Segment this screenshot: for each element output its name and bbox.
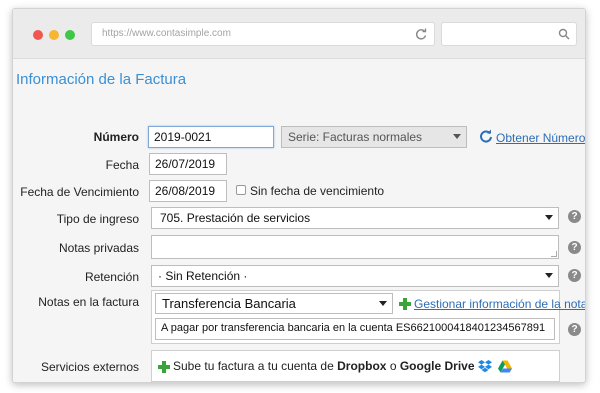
tipo-ingreso-label: Tipo de ingreso — [56, 212, 139, 226]
numero-label: Número — [93, 130, 139, 144]
browser-toolbar: https://www.contasimple.com — [13, 9, 585, 59]
tipo-ingreso-select[interactable]: 705. Prestación de servicios — [151, 207, 559, 229]
vencimiento-label: Fecha de Vencimiento — [20, 185, 139, 199]
help-icon[interactable]: ? — [568, 269, 581, 282]
browser-search-bar[interactable] — [441, 22, 577, 46]
retencion-label: Retención — [84, 270, 139, 284]
nota-tipo-value: Transferencia Bancaria — [162, 296, 296, 311]
help-icon[interactable]: ? — [568, 210, 581, 223]
chevron-down-icon — [545, 273, 553, 278]
sin-vencimiento-checkbox[interactable] — [236, 185, 246, 195]
add-icon[interactable] — [158, 361, 170, 373]
nota-tipo-select[interactable]: Transferencia Bancaria — [155, 293, 393, 314]
google-drive-icon[interactable] — [498, 360, 512, 373]
numero-input[interactable]: 2019-0021 — [148, 126, 274, 148]
add-icon[interactable] — [399, 298, 411, 310]
chevron-down-icon — [453, 134, 461, 139]
close-window-button[interactable] — [33, 30, 43, 40]
address-bar[interactable]: https://www.contasimple.com — [91, 22, 435, 46]
gestionar-nota-link[interactable]: Gestionar información de la nota — [414, 297, 585, 311]
servicios-externos-box: Sube tu factura a tu cuenta de Dropbox o… — [151, 350, 560, 382]
google-drive-link[interactable]: Google Drive — [400, 359, 475, 373]
servicios-text: Sube tu factura a tu cuenta de Dropbox o… — [173, 359, 475, 373]
address-text: https://www.contasimple.com — [102, 28, 231, 39]
resize-handle-icon[interactable] — [551, 251, 557, 257]
page-content: Información de la Factura Número 2019-00… — [13, 59, 585, 382]
retencion-select[interactable]: · Sin Retención · — [151, 265, 559, 287]
chevron-down-icon — [379, 301, 387, 306]
fecha-label: Fecha — [105, 158, 139, 172]
reload-icon[interactable] — [414, 27, 428, 41]
obtener-numero-link[interactable]: Obtener Número — [496, 131, 585, 145]
notas-privadas-textarea[interactable] — [151, 235, 559, 259]
tipo-ingreso-value: 705. Prestación de servicios — [160, 211, 311, 225]
dropbox-link[interactable]: Dropbox — [337, 359, 386, 373]
dropbox-icon[interactable] — [478, 360, 492, 373]
minimize-window-button[interactable] — [49, 30, 59, 40]
browser-window: https://www.contasimple.com Información … — [12, 8, 586, 383]
maximize-window-button[interactable] — [65, 30, 75, 40]
serie-select[interactable]: Serie: Facturas normales — [281, 126, 467, 148]
retencion-value: · Sin Retención · — [158, 269, 248, 283]
notas-factura-label: Notas en la factura — [38, 295, 139, 309]
help-icon[interactable]: ? — [568, 323, 581, 336]
fecha-input[interactable]: 26/07/2019 — [149, 153, 227, 175]
notas-factura-box: Transferencia Bancaria Gestionar informa… — [151, 290, 585, 344]
refresh-icon[interactable] — [479, 129, 493, 143]
page-title: Información de la Factura — [16, 71, 187, 88]
notas-privadas-label: Notas privadas — [58, 241, 139, 255]
servicios-externos-label: Servicios externos — [40, 360, 139, 374]
chevron-down-icon — [545, 215, 553, 220]
vencimiento-input[interactable]: 26/08/2019 — [149, 180, 227, 202]
serie-select-value: Serie: Facturas normales — [288, 130, 423, 144]
search-icon — [558, 28, 570, 40]
sin-vencimiento-label: Sin fecha de vencimiento — [250, 184, 385, 198]
nota-text-textarea[interactable]: A pagar por transferencia bancaria en la… — [155, 318, 555, 340]
servicios-prefix: Sube tu factura a tu cuenta de — [173, 359, 334, 373]
servicios-or: o — [389, 359, 397, 373]
help-icon[interactable]: ? — [568, 241, 581, 254]
